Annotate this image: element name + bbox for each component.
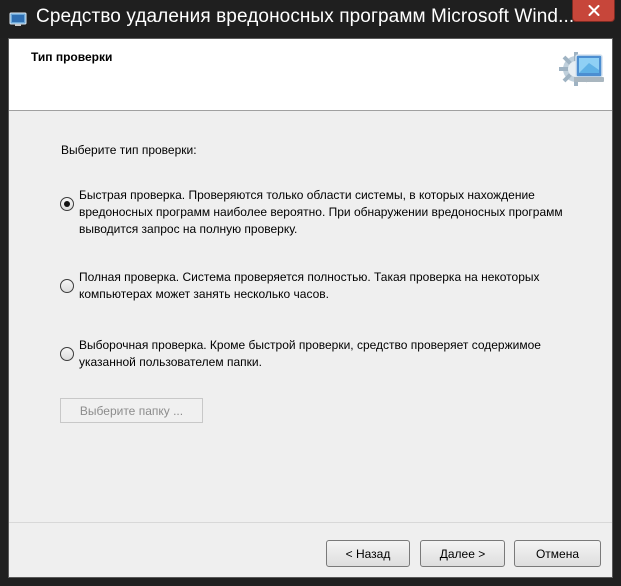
full-scan-label: Полная проверка. Система проверяется пол… (79, 270, 540, 301)
wizard-header: Тип проверки (9, 39, 612, 111)
cancel-button[interactable]: Отмена (514, 540, 601, 567)
choose-folder-button[interactable]: Выберите папку ... (60, 398, 203, 423)
close-icon (588, 5, 599, 16)
dialog-client-area: Тип проверки Выберите тип проверки: Быст… (8, 38, 613, 578)
full-scan-option[interactable]: Полная проверка. Система проверяется пол… (60, 269, 599, 303)
close-button[interactable] (572, 0, 615, 22)
quick-scan-option[interactable]: Быстрая проверка. Проверяются только обл… (60, 187, 599, 238)
title-bar[interactable]: Средство удаления вредоносных программ M… (0, 0, 621, 38)
quick-scan-label: Быстрая проверка. Проверяются только обл… (79, 188, 563, 236)
malware-scan-icon (559, 52, 604, 86)
custom-scan-option[interactable]: Выборочная проверка. Кроме быстрой прове… (60, 337, 599, 371)
custom-scan-label: Выборочная проверка. Кроме быстрой прове… (79, 338, 541, 369)
footer-divider (9, 522, 612, 523)
window-title: Средство удаления вредоносных программ M… (36, 6, 575, 27)
back-button[interactable]: < Назад (326, 540, 410, 567)
quick-scan-radio[interactable] (60, 197, 74, 211)
app-window: Средство удаления вредоносных программ M… (0, 0, 621, 586)
full-scan-radio[interactable] (60, 279, 74, 293)
page-title: Тип проверки (31, 50, 113, 64)
custom-scan-radio[interactable] (60, 347, 74, 361)
app-icon (9, 12, 27, 26)
scan-type-prompt: Выберите тип проверки: (61, 143, 197, 157)
next-button[interactable]: Далее > (420, 540, 505, 567)
